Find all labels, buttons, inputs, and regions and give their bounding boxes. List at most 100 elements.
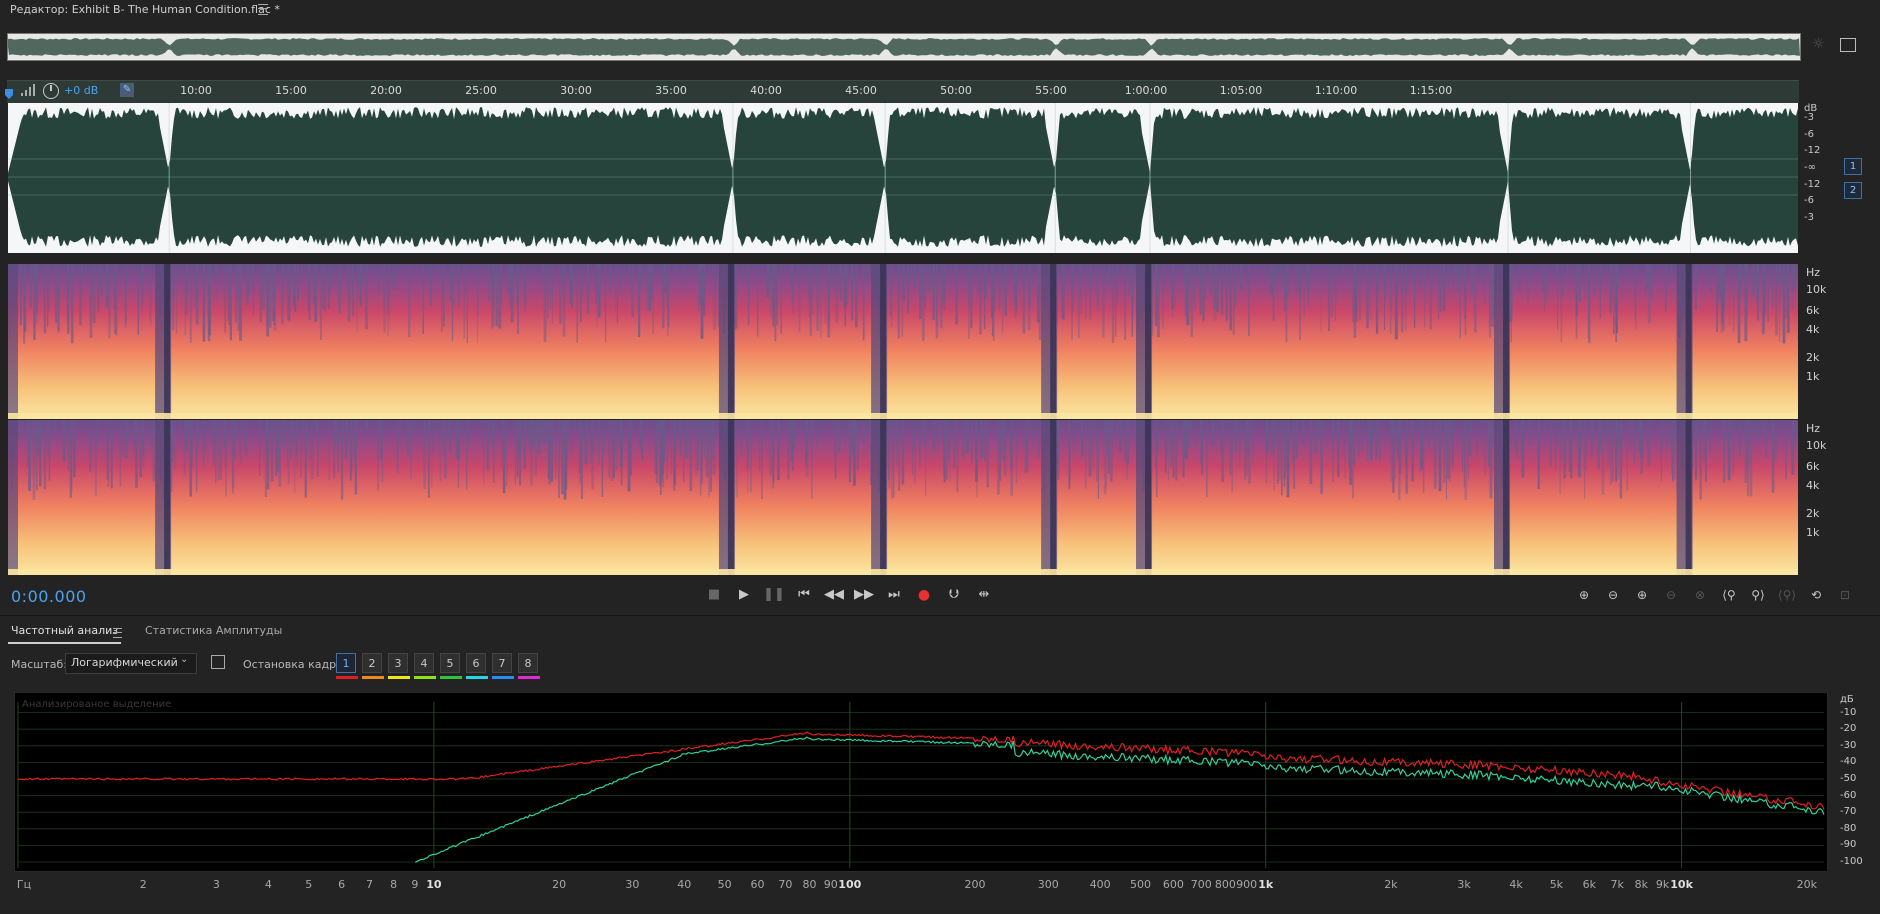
db-tick-label: -10 xyxy=(1840,707,1856,718)
zoom-in-point-icon[interactable]: ⟨⚲ xyxy=(1717,586,1741,604)
skip-selection-icon[interactable]: ⇹ xyxy=(973,586,995,604)
gain-knob[interactable] xyxy=(43,83,59,99)
list-view-icon[interactable] xyxy=(1840,38,1856,52)
freeze-frame-3-button[interactable]: 3 xyxy=(388,653,408,673)
freeze-frame-4-button[interactable]: 4 xyxy=(414,653,434,673)
frequency-curves xyxy=(14,692,1862,892)
time-display[interactable]: 0:00.000 xyxy=(11,587,87,606)
frequency-tick-label: 60 xyxy=(751,878,765,891)
overview-waveform[interactable] xyxy=(7,33,1801,61)
frequency-tick-label: 50 xyxy=(718,878,732,891)
frequency-tick-label: Гц xyxy=(17,878,31,891)
channel-2-curve xyxy=(415,737,1824,862)
chevron-down-icon[interactable]: ⌄ xyxy=(180,654,188,665)
zoom-out-time-icon[interactable]: ⊖ xyxy=(1659,586,1683,604)
frequency-tick-label: 400 xyxy=(1090,878,1111,891)
frequency-tick-label: 20 xyxy=(552,878,566,891)
zoom-in-time-icon[interactable]: ⊕ xyxy=(1630,586,1654,604)
pin-icon[interactable]: ✎ xyxy=(120,83,134,97)
go-to-end-icon[interactable]: ⏭ xyxy=(883,586,905,604)
loop-icon[interactable]: ⮋ xyxy=(943,586,965,604)
spectrogram-channel-2[interactable] xyxy=(8,420,1798,575)
zoom-selection-icon[interactable]: ⟨⚲⟩ xyxy=(1775,586,1799,604)
frequency-tick-label: 90 xyxy=(824,878,838,891)
title-bar xyxy=(0,0,1880,22)
db-tick-label: -100 xyxy=(1840,856,1863,867)
freeze-frame-1-button[interactable]: 1 xyxy=(336,653,356,673)
zoom-out-amplitude-icon[interactable]: ⊖ xyxy=(1601,586,1625,604)
db-tick-label: -50 xyxy=(1840,773,1856,784)
channel-2-button[interactable]: 2 xyxy=(1844,182,1862,199)
frequency-tick-label: 2 xyxy=(140,878,147,891)
frequency-tick-label: 5k xyxy=(1550,878,1563,891)
tab-amplitude-statistics[interactable]: Статистика Амплитуды xyxy=(145,624,282,637)
zoom-in-amplitude-icon[interactable]: ⊕ xyxy=(1572,586,1596,604)
freeze-frame-color-swatch xyxy=(518,676,540,679)
frequency-tick-label: 3k xyxy=(1457,878,1470,891)
frequency-tick-label: 10k xyxy=(1670,878,1693,891)
tab-menu-icon[interactable] xyxy=(113,628,122,638)
db-label: -6 xyxy=(1804,129,1814,140)
go-to-start-icon[interactable]: ⏮ xyxy=(793,586,815,604)
play-icon[interactable]: ▶ xyxy=(733,586,755,604)
freeze-frame-8-button[interactable]: 8 xyxy=(518,653,538,673)
editor-title: Редактор: Exhibit B- The Human Condition… xyxy=(10,3,280,16)
ruler-label: 10:00 xyxy=(180,84,212,97)
gain-value[interactable]: +0 dB xyxy=(64,84,98,97)
waveform-display[interactable] xyxy=(8,103,1798,253)
pause-icon[interactable]: ❚❚ xyxy=(763,586,785,604)
record-icon[interactable]: ● xyxy=(913,586,935,604)
time-ruler[interactable]: 10:0015:0020:0025:0030:0035:0040:0045:00… xyxy=(7,80,1799,103)
tab-frequency-analysis[interactable]: Частотный анализ xyxy=(11,624,118,637)
freeze-frame-color-swatch xyxy=(362,676,384,679)
frequency-tick-label: 700 xyxy=(1191,878,1212,891)
spectrogram-channel-1[interactable] xyxy=(8,264,1798,419)
zoom-in-selection-icon[interactable]: ⊡ xyxy=(1833,586,1857,604)
db-tick-label: -30 xyxy=(1840,740,1856,751)
copy-frame-icon[interactable] xyxy=(211,655,225,669)
hz-label: 1k xyxy=(1806,526,1819,539)
freeze-frame-2-button[interactable]: 2 xyxy=(362,653,382,673)
frequency-plot xyxy=(14,692,1862,892)
freeze-frame-7-button[interactable]: 7 xyxy=(492,653,512,673)
zoom-reset-icon[interactable]: ⟲ xyxy=(1804,586,1828,604)
stop-icon[interactable]: ■ xyxy=(703,586,725,604)
freeze-frame-6-button[interactable]: 6 xyxy=(466,653,486,673)
db-tick-label: -20 xyxy=(1840,723,1856,734)
frequency-tick-label: 10 xyxy=(426,878,441,891)
frequency-tick-label: 40 xyxy=(677,878,691,891)
db-label: -3 xyxy=(1804,112,1814,123)
frequency-tick-label: 9 xyxy=(411,878,418,891)
frequency-tick-label: 6 xyxy=(338,878,345,891)
channel-1-curve xyxy=(18,732,1824,809)
frequency-tick-label: 7k xyxy=(1610,878,1623,891)
overview-waveform-shape xyxy=(8,38,1800,56)
freeze-frame-color-swatch xyxy=(440,676,462,679)
zoom-out-point-icon[interactable]: ⚲⟩ xyxy=(1746,586,1770,604)
level-meter-icon xyxy=(20,84,38,96)
db-tick-label: -90 xyxy=(1840,839,1856,850)
channel-1-button[interactable]: 1 xyxy=(1844,158,1862,175)
freeze-frame-5-button[interactable]: 5 xyxy=(440,653,460,673)
ruler-label: 1:05:00 xyxy=(1220,84,1262,97)
frequency-tick-label: 3 xyxy=(213,878,220,891)
ruler-label: 45:00 xyxy=(845,84,877,97)
ruler-label: 25:00 xyxy=(465,84,497,97)
fast-forward-icon[interactable]: ▶▶ xyxy=(853,586,875,604)
ruler-label: 40:00 xyxy=(750,84,782,97)
hz-label: 1k xyxy=(1806,370,1819,383)
ruler-label: 15:00 xyxy=(275,84,307,97)
frequency-tick-label: 200 xyxy=(964,878,985,891)
frequency-tick-label: 70 xyxy=(778,878,792,891)
db-label: -∞ xyxy=(1804,162,1816,173)
freeze-frame-color-swatch xyxy=(414,676,436,679)
frequency-tick-label: 300 xyxy=(1038,878,1059,891)
db-label: -12 xyxy=(1804,145,1820,156)
zoom-selection-icon[interactable]: ☼ xyxy=(1812,36,1828,52)
zoom-full-icon[interactable]: ⊗ xyxy=(1688,586,1712,604)
panel-menu-icon[interactable] xyxy=(258,4,268,15)
ruler-label: 50:00 xyxy=(940,84,972,97)
scale-select-value[interactable]: Логарифмический xyxy=(71,656,178,669)
rewind-icon[interactable]: ◀◀ xyxy=(823,586,845,604)
frequency-tick-label: 4 xyxy=(265,878,272,891)
